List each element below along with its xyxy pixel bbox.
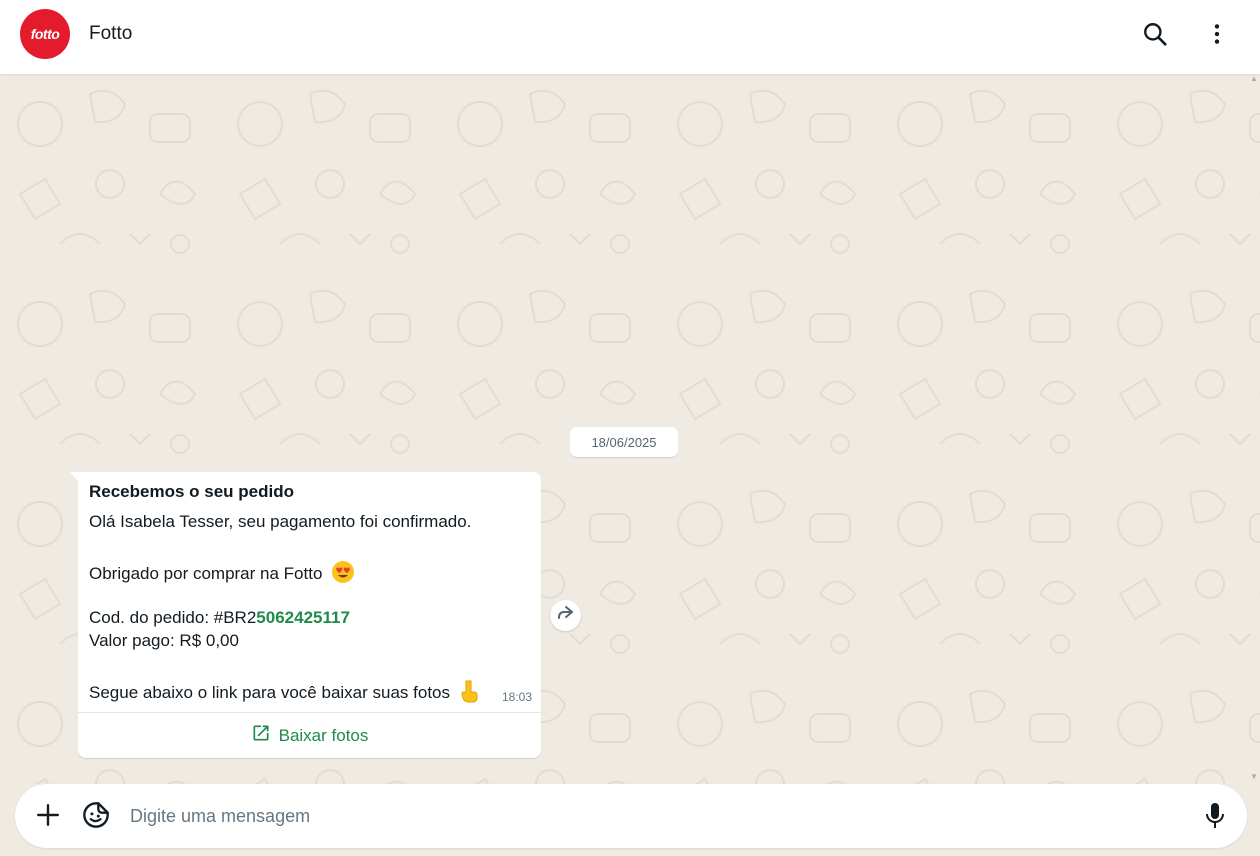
pointing-down-emoji	[459, 679, 481, 708]
chat-header: fotto Fotto	[0, 0, 1260, 74]
search-icon[interactable]	[1141, 20, 1169, 48]
download-hint: Segue abaixo o link para você baixar sua…	[89, 679, 481, 708]
microphone-icon[interactable]	[1203, 801, 1227, 831]
order-code-link[interactable]: 5062425117	[256, 608, 350, 627]
avatar-logo-text: fotto	[30, 26, 60, 42]
sticker-icon[interactable]	[82, 801, 110, 829]
message-composer	[15, 784, 1247, 848]
message-time: 18:03	[501, 690, 532, 704]
download-hint-text: Segue abaixo o link para você baixar sua…	[89, 682, 451, 702]
more-vertical-icon[interactable]	[1203, 20, 1231, 48]
date-chip: 18/06/2025	[570, 427, 678, 457]
external-link-icon	[251, 723, 271, 748]
contact-name[interactable]: Fotto	[89, 23, 132, 45]
order-code-line: Cod. do pedido: #BR25062425117	[89, 608, 350, 628]
message-bubble[interactable]: Recebemos o seu pedido Olá Isabela Tesse…	[78, 472, 541, 758]
plus-icon[interactable]	[35, 802, 61, 828]
scroll-down-arrow[interactable]: ▼	[1250, 772, 1258, 781]
scroll-up-arrow[interactable]: ▲	[1250, 74, 1258, 83]
heart-eyes-emoji	[331, 560, 355, 589]
message-title: Recebemos o seu pedido	[89, 482, 294, 501]
message-thanks-text: Obrigado por comprar na Fotto	[89, 563, 323, 583]
download-photos-button[interactable]: Baixar fotos	[78, 713, 541, 758]
message-thanks: Obrigado por comprar na Fotto	[89, 560, 355, 589]
contact-avatar[interactable]: fotto	[20, 9, 70, 59]
chat-area[interactable]: 18/06/2025 Recebemos o seu pedido Olá Is…	[0, 74, 1260, 784]
forward-button[interactable]	[550, 600, 581, 631]
forward-icon	[556, 605, 576, 626]
amount-paid: Valor pago: R$ 0,00	[89, 631, 239, 650]
message-greeting: Olá Isabela Tesser, seu pagamento foi co…	[89, 512, 472, 531]
order-code-prefix: Cod. do pedido: #BR2	[89, 608, 257, 627]
message-input[interactable]	[130, 798, 1190, 834]
download-photos-label: Baixar fotos	[278, 725, 369, 745]
